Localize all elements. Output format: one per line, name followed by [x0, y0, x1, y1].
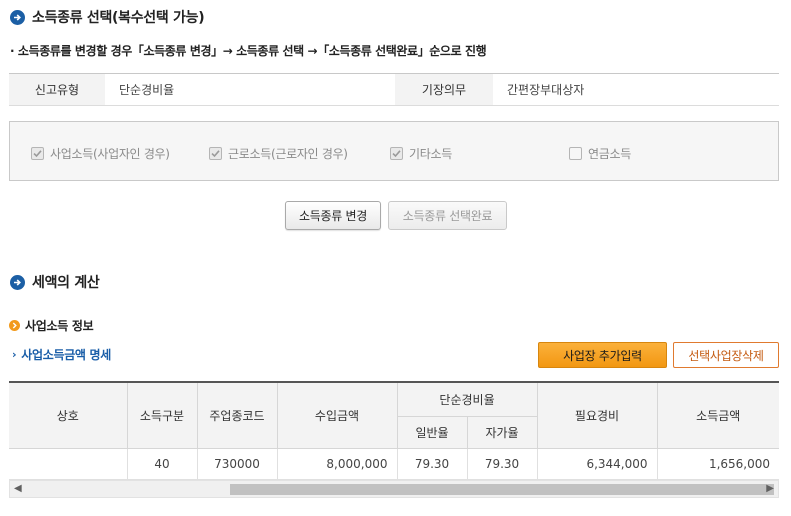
report-type-value: 단순경비율 — [119, 83, 175, 97]
checkbox-checked-icon[interactable] — [31, 147, 44, 160]
checkbox-business-income[interactable]: 사업소득(사업자인 경우) — [31, 145, 170, 162]
column-header-expense: 필요경비 — [537, 383, 658, 449]
guide-text: · 소득종류를 변경할 경우「소득종류 변경」→ 소득종류 선택 →「소득종류 … — [10, 44, 487, 58]
scroll-left-arrow-icon[interactable]: ◀ — [14, 483, 22, 494]
add-business-button[interactable]: 사업장 추가입력 — [538, 342, 667, 368]
delete-selected-business-button[interactable]: 선택사업장삭제 — [673, 342, 779, 368]
column-header-industry-code: 주업종코드 — [197, 383, 278, 449]
section-title: 소득종류 선택(복수선택 가능) — [32, 10, 205, 26]
checkbox-label: 사업소득(사업자인 경우) — [50, 147, 170, 161]
horizontal-scrollbar[interactable]: ◀ ▶ — [9, 480, 779, 498]
complete-income-type-button[interactable]: 소득종류 선택완료 — [388, 201, 507, 230]
change-income-type-button[interactable]: 소득종류 변경 — [285, 201, 381, 230]
column-header-self-rate: 자가율 — [467, 416, 538, 449]
link-label: 사업소득금액 명세 — [21, 348, 112, 362]
column-header-income: 소득금액 — [657, 383, 779, 449]
cell-income: 1,656,000 — [657, 448, 779, 480]
checkbox-unchecked-icon[interactable] — [569, 147, 582, 160]
column-header-income-class: 소득구분 — [127, 383, 198, 449]
section-header-income-type: 소득종류 선택(복수선택 가능) — [10, 7, 205, 27]
table-row[interactable]: 40 730000 8,000,000 79.30 79.30 6,344,00… — [9, 448, 779, 480]
checkbox-earned-income[interactable]: 근로소득(근로자인 경우) — [209, 145, 348, 162]
checkbox-checked-icon[interactable] — [209, 147, 222, 160]
checkbox-label: 연금소득 — [588, 147, 631, 161]
section-title: 세액의 계산 — [32, 275, 100, 291]
column-header-general-rate: 일반율 — [397, 416, 468, 449]
checkbox-label: 기타소득 — [409, 147, 452, 161]
business-income-detail-link[interactable]: › 사업소득금액 명세 — [12, 346, 111, 363]
arrow-right-circle-icon — [10, 274, 25, 290]
cell-general-rate: 79.30 — [397, 448, 468, 480]
business-income-table: 상호 소득구분 주업종코드 수입금액 단순경비율 필요경비 소득금액 일반율 자… — [9, 381, 779, 480]
bookkeeping-label: 기장의무 — [395, 74, 493, 105]
cell-industry-code: 730000 — [197, 448, 278, 480]
arrow-right-circle-icon — [10, 9, 25, 25]
cell-name — [9, 448, 128, 480]
bookkeeping-value: 간편장부대상자 — [507, 83, 585, 97]
income-type-checkbox-panel: 사업소득(사업자인 경우) 근로소득(근로자인 경우) 기타소득 연금소득 — [9, 121, 779, 181]
chevron-right-icon: › — [12, 348, 17, 361]
checkbox-pension-income[interactable]: 연금소득 — [569, 145, 631, 162]
column-header-revenue: 수입금액 — [277, 383, 398, 449]
section-header-tax-calculation: 세액의 계산 — [10, 272, 100, 292]
report-info-row: 신고유형 단순경비율 기장의무 간편장부대상자 — [9, 73, 779, 106]
chevron-right-icon — [9, 320, 20, 331]
cell-revenue: 8,000,000 — [277, 448, 398, 480]
checkbox-label: 근로소득(근로자인 경우) — [228, 147, 348, 161]
scroll-right-arrow-icon[interactable]: ▶ — [766, 483, 774, 494]
report-type-label: 신고유형 — [9, 74, 105, 105]
sub-section-title: 사업소득 정보 — [25, 319, 94, 333]
business-income-info-header: 사업소득 정보 — [9, 317, 94, 334]
cell-income-class: 40 — [127, 448, 198, 480]
column-header-name: 상호 — [9, 383, 128, 449]
column-header-simple-expense-rate: 단순경비율 — [397, 383, 538, 417]
checkbox-other-income[interactable]: 기타소득 — [390, 145, 452, 162]
cell-expense: 6,344,000 — [537, 448, 658, 480]
scrollbar-thumb[interactable] — [230, 484, 774, 495]
checkbox-checked-icon[interactable] — [390, 147, 403, 160]
cell-self-rate: 79.30 — [467, 448, 538, 480]
